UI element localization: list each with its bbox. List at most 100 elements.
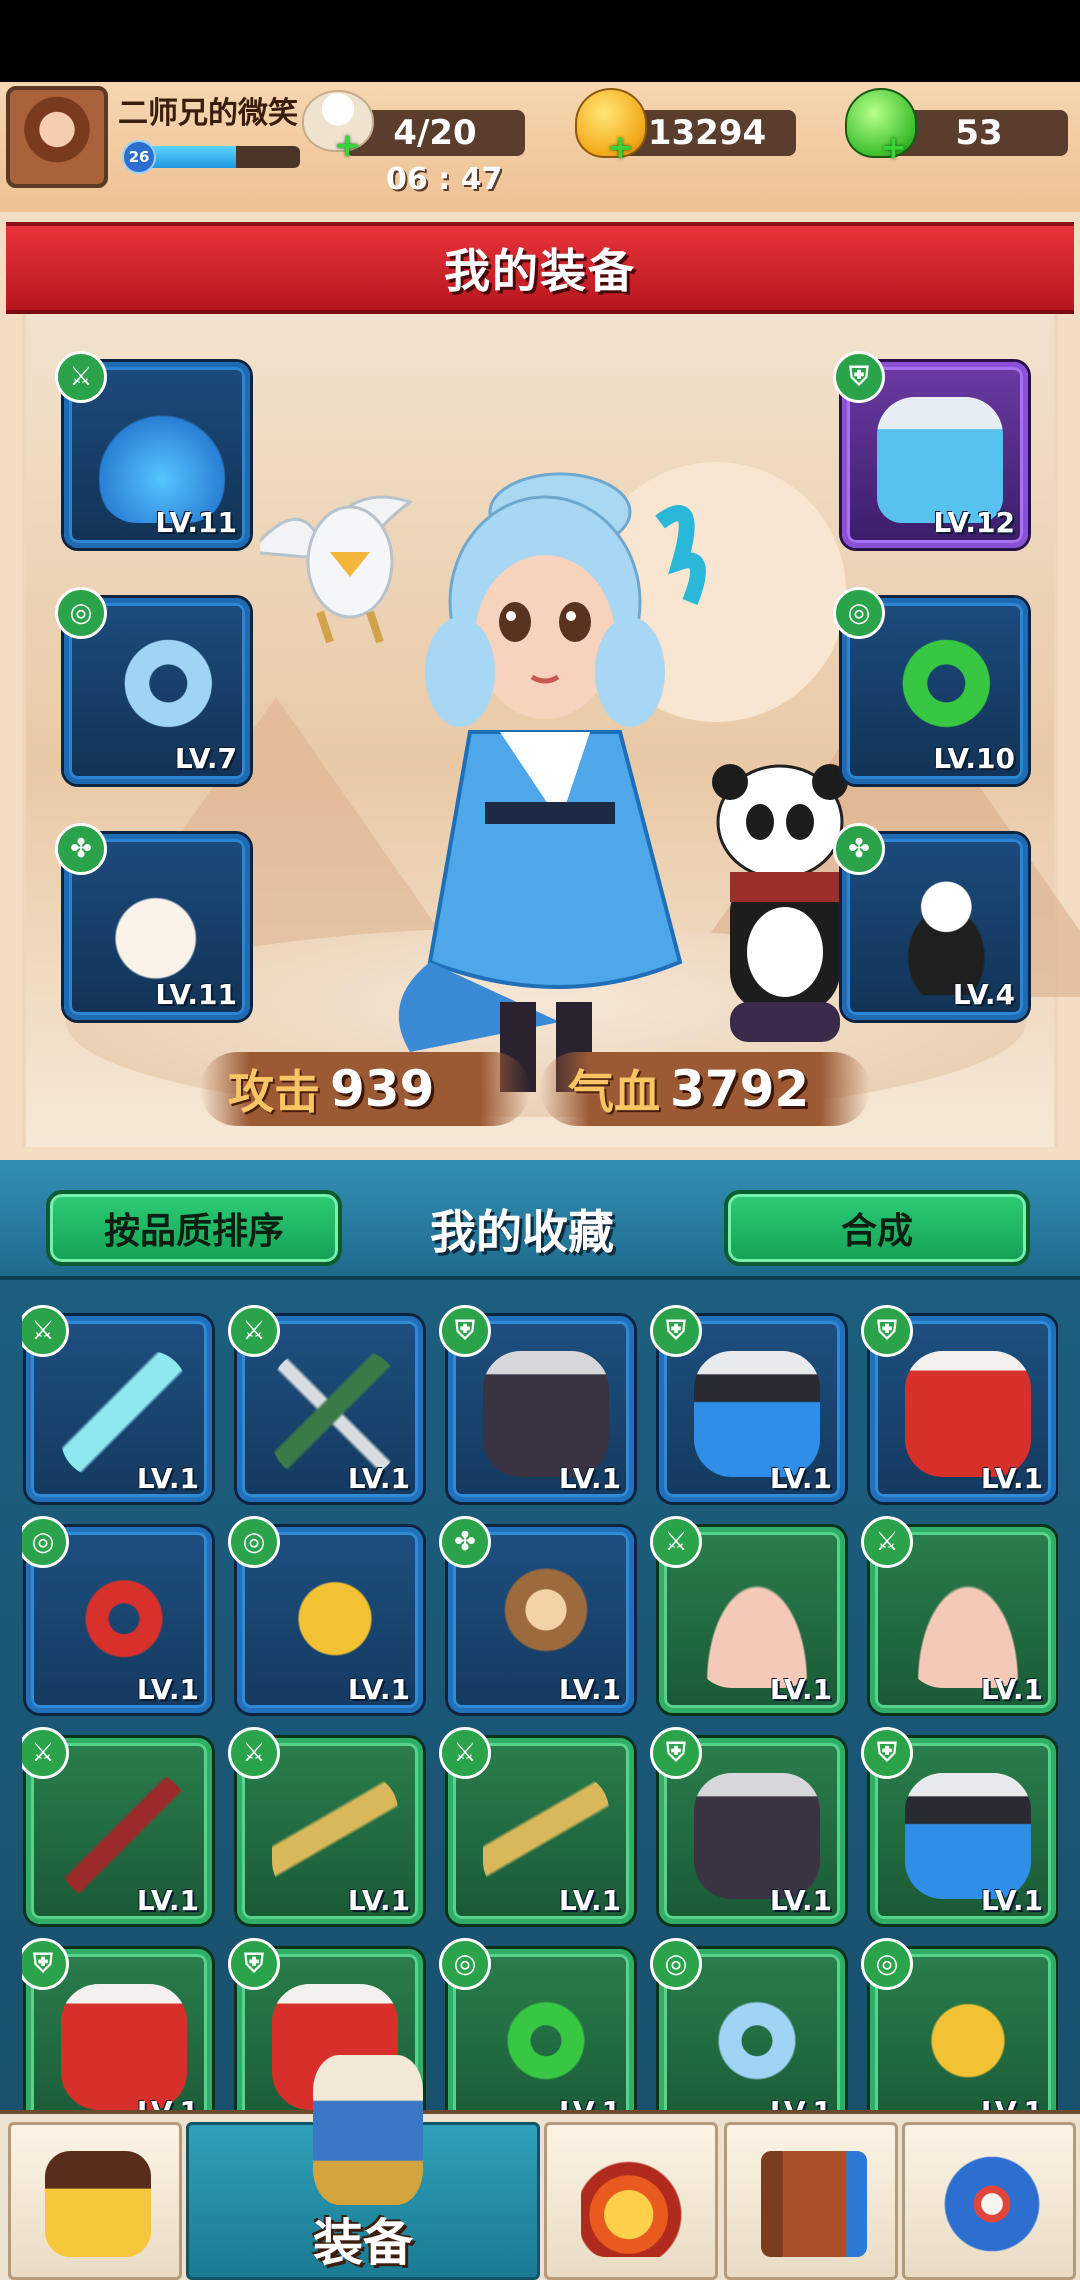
item-level: LV.1 <box>136 1673 199 1706</box>
item-level: LV.1 <box>347 1884 410 1917</box>
merge-button[interactable]: 合成 <box>724 1190 1030 1266</box>
item-level: LV.1 <box>769 1462 832 1495</box>
collection-item-jade-sword[interactable]: ⚔ LV.1 <box>22 1305 212 1502</box>
ice-robe-item <box>877 397 1003 523</box>
phoenix-pendant-item <box>61 1562 187 1688</box>
collection-item-crossbow[interactable]: ⚔ LV.1 <box>228 1305 423 1502</box>
add-jade-icon[interactable]: + <box>880 131 907 163</box>
collection-item-monkey-pet[interactable]: ✤ LV.1 <box>439 1516 634 1713</box>
dark-robe-item <box>483 1351 609 1477</box>
collection-item-blue-robe[interactable]: ⛨ LV.1 <box>861 1727 1056 1924</box>
ring-type-icon: ◎ <box>650 1938 702 1990</box>
battle-icon <box>581 2151 687 2257</box>
collection-item-green-dragon-jade[interactable]: ◎ LV.1 <box>439 1938 634 2110</box>
shop-icon <box>45 2151 151 2257</box>
red-crossbow-item <box>61 1773 187 1899</box>
blue-robe-item <box>905 1773 1031 1899</box>
sword-type-icon: ⚔ <box>228 1727 280 1779</box>
equip-slot-accessory-2[interactable]: ◎ LV.10 <box>833 587 1028 784</box>
player-name: 二师兄的微笑 <box>118 96 298 131</box>
collection-item-blue-robe[interactable]: ⛨ LV.1 <box>650 1305 845 1502</box>
nav-tab-settings[interactable] <box>902 2122 1076 2280</box>
item-level: LV.12 <box>933 506 1015 539</box>
eagle-pet <box>247 495 414 644</box>
nav-tab-book[interactable] <box>724 2122 898 2280</box>
collection-item-horn-blade[interactable]: ⚔ LV.1 <box>228 1727 423 1924</box>
add-gold-icon[interactable]: + <box>607 131 634 163</box>
player-level-badge: 26 <box>122 140 156 174</box>
collection-item-phoenix-pendant[interactable]: ◎ LV.1 <box>22 1516 212 1713</box>
ring-type-icon: ◎ <box>55 587 107 639</box>
jade-sword-item <box>61 1351 187 1477</box>
panda-pet-item <box>877 869 1003 995</box>
book-icon <box>761 2151 867 2257</box>
hp-label: 气血 <box>568 1065 660 1119</box>
dark-robe-item <box>694 1773 820 1899</box>
item-level: LV.1 <box>558 1673 621 1706</box>
equipment-title: 我的装备 <box>444 244 636 298</box>
hero-character[interactable] <box>247 402 860 1142</box>
item-level: LV.1 <box>558 1462 621 1495</box>
attack-label: 攻击 <box>228 1065 320 1119</box>
item-level: LV.1 <box>980 1462 1043 1495</box>
collection-item-blue-jade-pendant[interactable]: ◎ LV.1 <box>650 1938 845 2110</box>
armor-type-icon: ⛨ <box>650 1727 702 1779</box>
gold-pendant-item <box>272 1562 398 1688</box>
collection-panel: 按品质排序 我的收藏 合成 ⚔ LV.1 ⚔ LV.1 ⛨ LV.1 ⛨ LV.1 ⛨ LV.1 ◎… <box>0 1160 1080 2110</box>
collection-item-red-robe[interactable]: ⛨ LV.1 <box>22 1938 212 2110</box>
collection-item-folding-fan[interactable]: ⚔ LV.1 <box>650 1516 845 1713</box>
white-squirrel-pet-item <box>99 869 225 995</box>
settings-gear-icon <box>939 2151 1045 2257</box>
collection-item-dark-robe[interactable]: ⛨ LV.1 <box>439 1305 634 1502</box>
sword-type-icon: ⚔ <box>861 1516 913 1568</box>
armor-type-icon: ⛨ <box>22 1938 69 1990</box>
armor-type-icon: ⛨ <box>833 351 885 403</box>
add-stamina-icon[interactable]: + <box>334 129 361 161</box>
folding-fan-item <box>905 1562 1031 1688</box>
collection-item-folding-fan[interactable]: ⚔ LV.1 <box>861 1516 1056 1713</box>
ring-type-icon: ◎ <box>833 587 885 639</box>
paw-type-icon: ✤ <box>439 1516 491 1568</box>
nav-tab-battle[interactable] <box>544 2122 718 2280</box>
nav-tab-equipment-label: 装备 <box>313 2214 413 2272</box>
paw-type-icon: ✤ <box>833 823 885 875</box>
blue-jade-pendant-item <box>694 1984 820 2110</box>
collection-item-gold-pendant[interactable]: ◎ LV.1 <box>861 1938 1056 2110</box>
ring-type-icon: ◎ <box>22 1516 69 1568</box>
red-robe-item <box>61 1984 187 2110</box>
folding-fan-item <box>694 1562 820 1688</box>
equip-slot-pet-2[interactable]: ✤ LV.4 <box>833 823 1028 1020</box>
equip-slot-armor[interactable]: ⛨ LV.12 <box>833 351 1028 548</box>
item-level: LV.1 <box>136 1884 199 1917</box>
ring-type-icon: ◎ <box>228 1516 280 1568</box>
paw-type-icon: ✤ <box>55 823 107 875</box>
sword-type-icon: ⚔ <box>650 1516 702 1568</box>
equip-slot-accessory[interactable]: ◎ LV.7 <box>55 587 250 784</box>
collection-item-horn-blade[interactable]: ⚔ LV.1 <box>439 1727 634 1924</box>
collection-item-dark-robe[interactable]: ⛨ LV.1 <box>650 1727 845 1924</box>
armor-type-icon: ⛨ <box>650 1305 702 1357</box>
stamina-timer: 06 : 47 <box>386 162 503 197</box>
nav-tab-equipment[interactable]: 装备 <box>186 2055 540 2280</box>
sort-by-quality-button[interactable]: 按品质排序 <box>46 1190 342 1266</box>
equip-slot-pet[interactable]: ✤ LV.11 <box>55 823 250 1020</box>
sword-type-icon: ⚔ <box>55 351 107 403</box>
nav-tab-shop[interactable] <box>8 2122 182 2280</box>
collection-item-red-robe[interactable]: ⛨ LV.1 <box>861 1305 1056 1502</box>
blue-jade-pendant-item <box>99 633 225 759</box>
sword-type-icon: ⚔ <box>439 1727 491 1779</box>
armor-type-icon: ⛨ <box>228 1938 280 1990</box>
item-level: LV.11 <box>155 506 237 539</box>
horn-blade-item <box>272 1773 398 1899</box>
collection-item-red-crossbow[interactable]: ⚔ LV.1 <box>22 1727 212 1924</box>
item-level: LV.1 <box>980 1673 1043 1706</box>
collection-title: 我的收藏 <box>430 1205 614 1259</box>
item-level: LV.1 <box>136 1462 199 1495</box>
collection-item-gold-pendant[interactable]: ◎ LV.1 <box>228 1516 423 1713</box>
attack-value: 939 <box>330 1060 435 1118</box>
attack-stat: 攻击 939 <box>200 1052 530 1126</box>
equip-slot-weapon[interactable]: ⚔ LV.11 <box>55 351 250 548</box>
item-level: LV.1 <box>981 2095 1043 2110</box>
player-avatar[interactable] <box>6 86 108 188</box>
monkey-pet-item <box>483 1562 609 1688</box>
